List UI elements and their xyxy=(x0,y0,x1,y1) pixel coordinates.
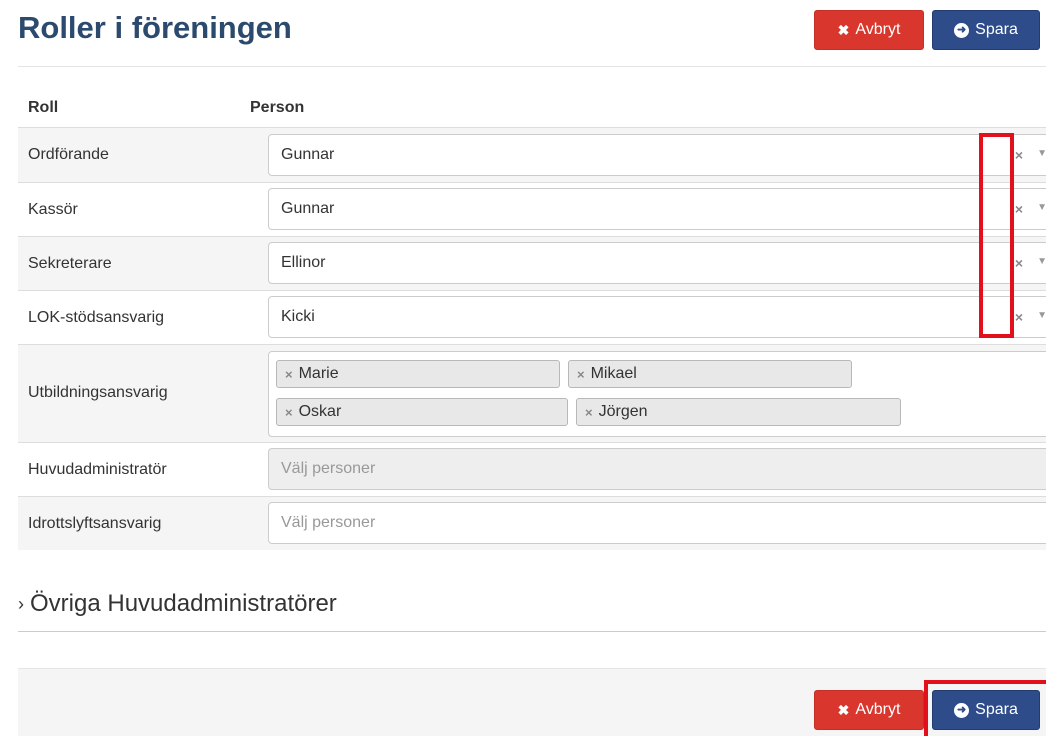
remove-tag-icon[interactable]: × xyxy=(585,405,593,420)
role-row-lok: LOK-stödsansvarig Kicki × ▼ xyxy=(18,290,1046,344)
section-header[interactable]: › Övriga Huvudadministratörer xyxy=(18,590,337,618)
chevron-right-icon: › xyxy=(18,593,24,614)
role-label: Utbildningsansvarig xyxy=(28,384,168,401)
cancel-icon: ✖ xyxy=(837,21,850,38)
person-select-sekreterare[interactable]: Ellinor × ▼ xyxy=(268,242,1046,284)
tag-label: Jörgen xyxy=(598,403,648,420)
remove-tag-icon[interactable]: × xyxy=(285,405,293,420)
person-select-kassor[interactable]: Gunnar × ▼ xyxy=(268,188,1046,230)
clear-icon[interactable]: × xyxy=(1015,201,1023,217)
cancel-label: Avbryt xyxy=(855,701,901,718)
save-icon: ➜ xyxy=(954,22,970,38)
tag-label: Oskar xyxy=(298,403,342,420)
person-select-idrottslyft[interactable]: Välj personer xyxy=(268,502,1046,544)
remove-tag-icon[interactable]: × xyxy=(285,367,293,382)
person-multiselect-utbildning[interactable]: × Marie × Mikael × Oskar × Jörgen xyxy=(268,351,1046,437)
cancel-button-bottom[interactable]: ✖ Avbryt xyxy=(814,690,924,730)
person-select-huvudadmin: Välj personer xyxy=(268,448,1046,490)
selected-person: Gunnar xyxy=(281,146,335,163)
header-person: Person xyxy=(250,99,305,116)
person-tag: × Jörgen xyxy=(576,398,901,426)
person-tag: × Mikael xyxy=(568,360,852,388)
highlight-save-button xyxy=(924,680,1046,736)
role-row-utbildning: Utbildningsansvarig × Marie × Mikael × O… xyxy=(18,344,1046,442)
dropdown-caret-icon[interactable]: ▼ xyxy=(1037,202,1046,213)
person-tag: × Oskar xyxy=(276,398,568,426)
cancel-button-top[interactable]: ✖ Avbryt xyxy=(814,10,924,50)
clear-icon[interactable]: × xyxy=(1015,309,1023,325)
select-placeholder: Välj personer xyxy=(281,514,376,531)
role-label: Idrottslyftsansvarig xyxy=(28,515,162,532)
selected-person: Kicki xyxy=(281,308,315,325)
remove-tag-icon[interactable]: × xyxy=(577,367,585,382)
role-row-ordforande: Ordförande Gunnar × ▼ xyxy=(18,127,1046,182)
dropdown-caret-icon[interactable]: ▼ xyxy=(1037,310,1046,321)
role-label: LOK-stödsansvarig xyxy=(28,309,165,326)
role-row-sekreterare: Sekreterare Ellinor × ▼ xyxy=(18,236,1046,290)
role-row-huvudadmin: Huvudadministratör Välj personer xyxy=(18,442,1046,496)
section-title: Övriga Huvudadministratörer xyxy=(30,590,337,617)
title-divider xyxy=(18,66,1046,67)
role-row-kassor: Kassör Gunnar × ▼ xyxy=(18,182,1046,236)
dropdown-caret-icon[interactable]: ▼ xyxy=(1037,256,1046,267)
person-select-ordforande[interactable]: Gunnar × ▼ xyxy=(268,134,1046,176)
person-select-lok[interactable]: Kicki × ▼ xyxy=(268,296,1046,338)
role-row-idrottslyft: Idrottslyftsansvarig Välj personer xyxy=(18,496,1046,550)
dropdown-caret-icon[interactable]: ▼ xyxy=(1037,148,1046,159)
clear-icon[interactable]: × xyxy=(1015,147,1023,163)
section-divider xyxy=(18,631,1046,632)
person-tag: × Marie xyxy=(276,360,560,388)
clear-icon[interactable]: × xyxy=(1015,255,1023,271)
save-button-top[interactable]: ➜ Spara xyxy=(932,10,1040,50)
selected-person: Gunnar xyxy=(281,200,335,217)
tag-label: Mikael xyxy=(590,365,637,382)
highlight-clear-buttons xyxy=(979,133,1014,338)
tag-label: Marie xyxy=(298,365,339,382)
save-label: Spara xyxy=(975,21,1018,38)
header-role: Roll xyxy=(28,99,59,116)
role-label: Sekreterare xyxy=(28,255,112,272)
selected-person: Ellinor xyxy=(281,254,326,271)
role-label: Kassör xyxy=(28,201,78,218)
cancel-label: Avbryt xyxy=(855,21,901,38)
page-title: Roller i föreningen xyxy=(18,10,292,45)
cancel-icon: ✖ xyxy=(837,701,850,718)
role-label: Huvudadministratör xyxy=(28,461,167,478)
select-placeholder: Välj personer xyxy=(281,460,376,477)
role-label: Ordförande xyxy=(28,146,109,163)
